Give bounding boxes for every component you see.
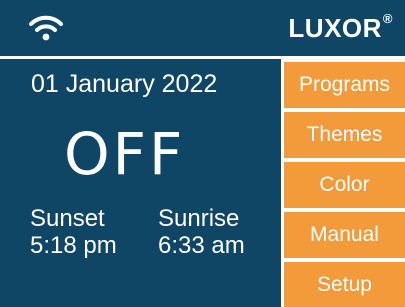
menu-item-themes[interactable]: Themes — [284, 112, 405, 158]
sunrise-info: Sunrise 6:33 am — [158, 205, 245, 259]
sunset-info: Sunset 5:18 pm — [30, 205, 117, 259]
brand-name: LUXOR — [288, 13, 382, 43]
sunrise-time: 6:33 am — [158, 232, 245, 259]
menu-item-programs[interactable]: Programs — [284, 62, 405, 108]
menu-item-color[interactable]: Color — [284, 162, 405, 208]
current-date: 01 January 2022 — [31, 70, 218, 98]
registered-mark: ® — [382, 11, 393, 27]
wifi-icon — [29, 15, 63, 41]
top-bar: LUXOR® — [0, 0, 405, 59]
power-state[interactable]: OFF — [64, 120, 185, 188]
brand-logo: LUXOR® — [288, 11, 393, 44]
controller-screen: LUXOR® 01 January 2022 OFF Sunset 5:18 p… — [0, 0, 405, 307]
menu-item-setup[interactable]: Setup — [284, 262, 405, 307]
sunset-label: Sunset — [30, 205, 105, 232]
main-menu: Programs Themes Color Manual Setup — [281, 59, 405, 307]
sunrise-label: Sunrise — [158, 205, 240, 232]
sunset-time: 5:18 pm — [30, 232, 117, 259]
menu-item-manual[interactable]: Manual — [284, 212, 405, 258]
